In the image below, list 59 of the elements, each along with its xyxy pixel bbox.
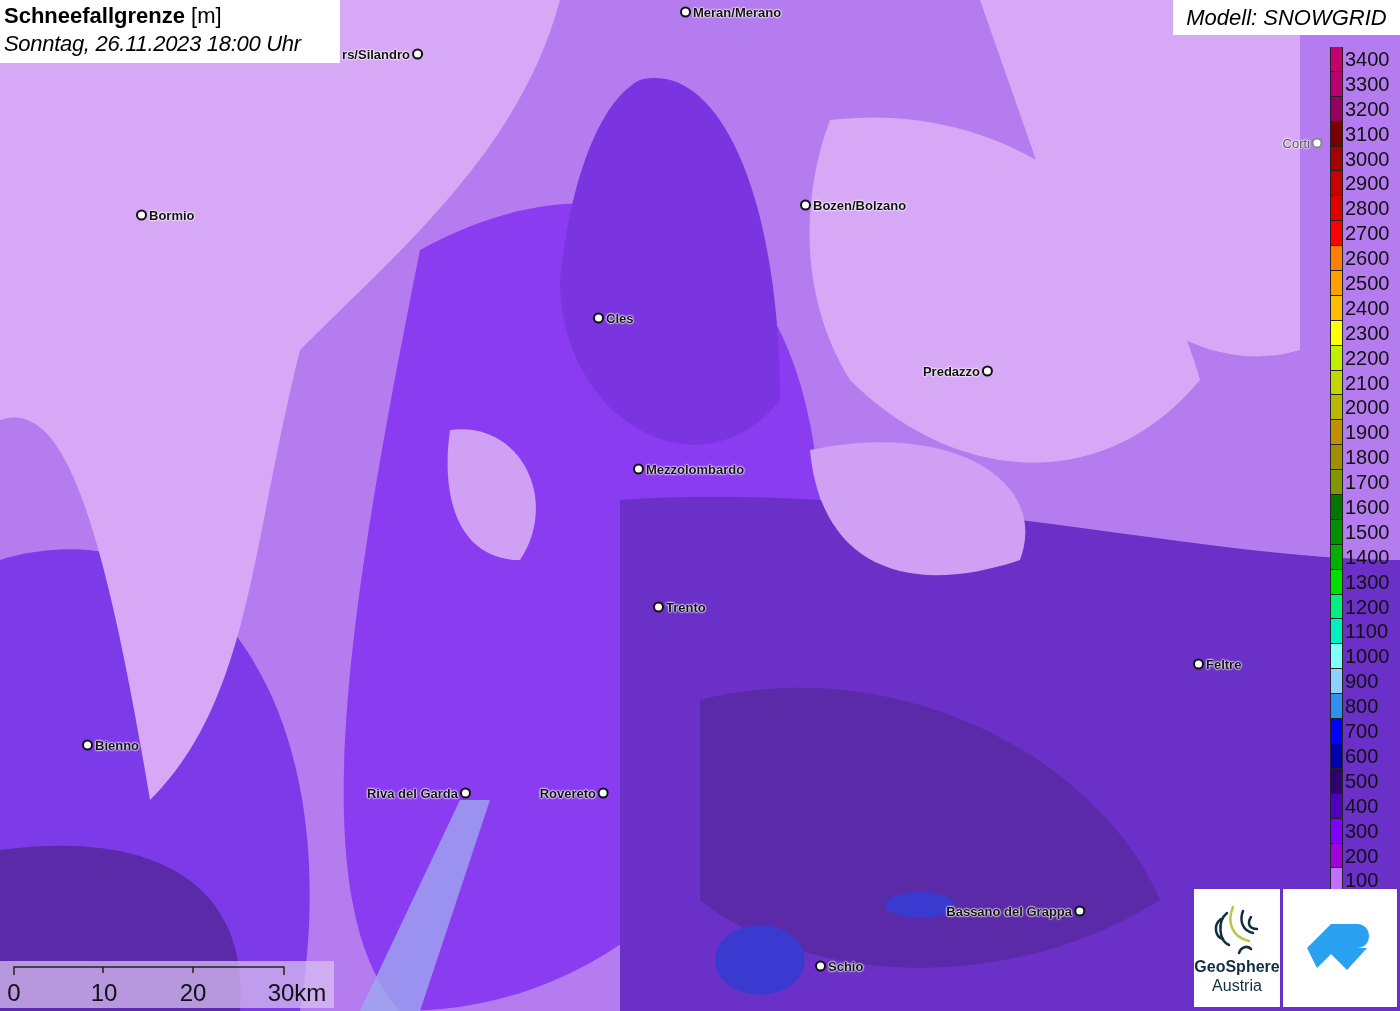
legend-label: 1800 xyxy=(1345,445,1390,471)
legend-label: 2200 xyxy=(1345,345,1390,371)
legend-label: 200 xyxy=(1345,843,1379,869)
model-label: Modell: SNOWGRID xyxy=(1173,0,1400,35)
legend-label: 1400 xyxy=(1345,544,1390,570)
legend-label: 1300 xyxy=(1345,569,1390,595)
legend-label: 2500 xyxy=(1345,271,1390,296)
city-label: Riva del Garda xyxy=(366,785,458,801)
city-label: Mezzolombardo xyxy=(646,461,745,477)
city-label: Cles xyxy=(606,310,634,326)
city-label: Bormio xyxy=(149,207,195,223)
legend-label: 1100 xyxy=(1345,619,1388,645)
map-title: Schneefallgrenze [m] xyxy=(4,3,223,29)
legend-label: 3400 xyxy=(1345,47,1390,72)
logo-text: Austria xyxy=(1212,976,1262,995)
city-label: Rovereto xyxy=(539,785,596,801)
scale-bar-icon xyxy=(13,965,285,975)
legend-label: 1600 xyxy=(1345,495,1390,520)
legend-label: 3200 xyxy=(1345,96,1390,122)
legend-label: 2300 xyxy=(1345,320,1390,346)
legend-label: 2800 xyxy=(1345,196,1390,222)
city-label: Bienno xyxy=(95,737,140,753)
legend-label: 900 xyxy=(1345,669,1379,695)
legend-label: 1900 xyxy=(1345,420,1390,446)
legend-label: 300 xyxy=(1345,818,1379,844)
legend-label: 1000 xyxy=(1345,644,1390,670)
scale-label: 0 xyxy=(7,979,21,1007)
city-label: Feltre xyxy=(1206,656,1242,672)
scale-label: 10 xyxy=(90,979,118,1007)
legend-label: 500 xyxy=(1345,768,1379,794)
city-label: Bozen/Bolzano xyxy=(813,197,907,213)
legend-label: 1700 xyxy=(1345,470,1390,496)
scale-label: 20 xyxy=(179,979,207,1007)
legend-label: 3000 xyxy=(1345,146,1390,172)
legend-label: 700 xyxy=(1345,719,1379,744)
legend-label: 100 xyxy=(1345,868,1379,894)
legend-label: 2400 xyxy=(1345,295,1390,321)
forecast-time: Sonntag, 26.11.2023 18:00 Uhr xyxy=(4,30,303,58)
city-label: Schio xyxy=(828,958,864,974)
legend-label: 400 xyxy=(1345,793,1379,819)
logo-text: GeoSphere xyxy=(1194,957,1280,976)
legend-label: 3300 xyxy=(1345,71,1390,97)
city-label: Trento xyxy=(666,599,706,615)
legend-label: 2100 xyxy=(1345,370,1390,396)
legend-label: 2900 xyxy=(1345,171,1390,197)
legend-label: 2700 xyxy=(1345,221,1390,247)
legend-label: 600 xyxy=(1345,743,1379,769)
city-label: Corti xyxy=(1282,135,1310,151)
city-label: Bassano del Grappa xyxy=(946,903,1072,919)
legend-label: 2000 xyxy=(1345,395,1390,421)
scale-label: 30km xyxy=(267,979,327,1007)
city-label: Predazzo xyxy=(922,363,980,379)
legend-label: 1500 xyxy=(1345,519,1390,545)
city-label: rs/Silandro xyxy=(342,46,410,62)
legend-label: 3100 xyxy=(1345,121,1390,147)
legend-label: 800 xyxy=(1345,694,1379,720)
city-label: Meran/Merano xyxy=(693,4,782,20)
legend-label: 2600 xyxy=(1345,246,1390,271)
legend-label: 1200 xyxy=(1345,594,1390,620)
